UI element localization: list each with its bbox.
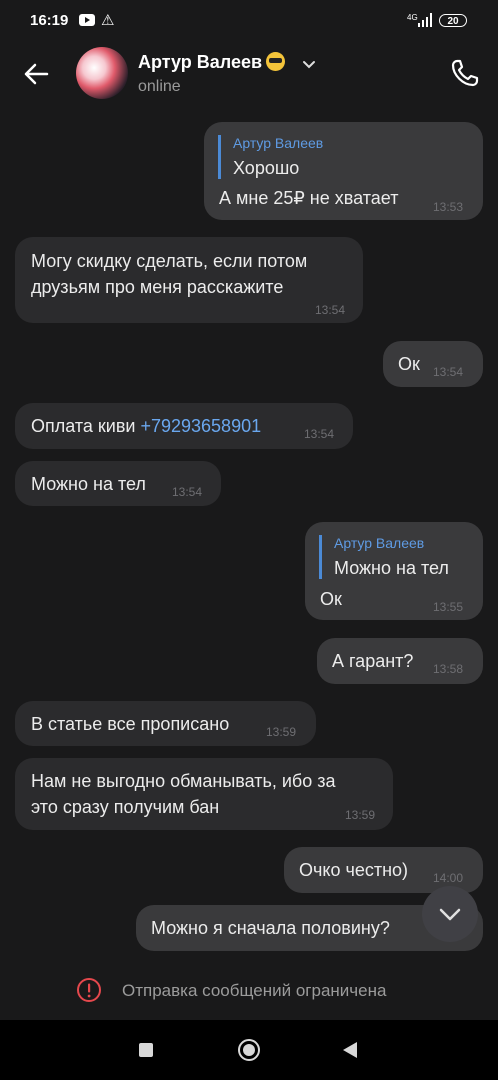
message-text: В статье все прописано — [31, 714, 230, 734]
message-time: 13:53 — [433, 200, 464, 214]
message-text: Ок — [398, 354, 420, 374]
back-triangle-icon[interactable] — [343, 1042, 357, 1058]
message-text-row: Оплата киви +79293658901 — [31, 416, 261, 437]
phone-link[interactable]: +79293658901 — [140, 416, 261, 436]
status-bar: 16:19 ⚠ 4G 20 — [0, 0, 498, 40]
message-text: А гарант? — [332, 651, 414, 671]
message-time: 13:54 — [433, 365, 464, 379]
reply-quote[interactable]: Артур Валеев Хорошо — [218, 135, 323, 179]
contact-status: online — [138, 78, 181, 95]
message-time: 14:00 — [433, 871, 464, 885]
restricted-notice-text: Отправка сообщений ограничена — [122, 981, 387, 1000]
message-outgoing[interactable]: Ок 13:54 — [383, 341, 483, 387]
reply-quote[interactable]: Артур Валеев Можно на тел — [319, 535, 449, 579]
battery-icon: 20 — [439, 14, 467, 27]
message-time: 13:59 — [345, 808, 376, 822]
youtube-notification-icon — [79, 14, 95, 26]
warning-notification-icon: ⚠ — [101, 12, 115, 29]
message-time: 13:54 — [315, 303, 346, 317]
message-text: Можно на тел — [31, 474, 146, 494]
message-incoming[interactable]: Можно на тел 13:54 — [15, 461, 221, 506]
status-time: 16:19 — [30, 12, 69, 29]
reply-author: Артур Валеев — [233, 135, 324, 151]
recents-square-icon[interactable] — [139, 1043, 153, 1057]
reply-author: Артур Валеев — [334, 535, 425, 551]
reply-text: Хорошо — [233, 158, 300, 178]
message-outgoing[interactable]: Артур Валеев Хорошо А мне 25₽ не хватает… — [204, 122, 483, 220]
alert-circle-icon — [77, 978, 101, 1002]
message-time: 13:54 — [304, 427, 335, 441]
reply-text: Можно на тел — [334, 558, 449, 578]
message-text: Оплата киви — [31, 416, 141, 436]
message-time: 13:58 — [433, 662, 464, 676]
signal-icon — [418, 13, 432, 27]
home-circle-icon[interactable] — [238, 1039, 260, 1061]
message-outgoing[interactable]: А гарант? 13:58 — [317, 638, 483, 684]
message-incoming[interactable]: Могу скидку сделать, если потом друзьям … — [15, 237, 363, 323]
message-text-line: друзьям про меня расскажите — [31, 277, 284, 297]
restricted-notice: Отправка сообщений ограничена — [0, 960, 498, 1020]
contact-name: Артур Валеев — [138, 52, 263, 72]
message-text: А мне 25₽ не хватает — [219, 188, 399, 208]
message-incoming[interactable]: В статье все прописано 13:59 — [15, 701, 316, 746]
back-arrow-icon[interactable] — [20, 58, 52, 90]
message-text-line: это сразу получим бан — [31, 797, 220, 817]
message-text: Очко честно) — [299, 860, 409, 880]
phone-call-icon[interactable] — [448, 56, 482, 90]
message-time: 13:59 — [266, 725, 297, 739]
system-nav-bar — [0, 1020, 498, 1080]
message-incoming[interactable]: Нам не выгодно обманывать, ибо за это ср… — [15, 758, 393, 830]
message-text: Можно я сначала половину? — [151, 918, 390, 938]
avatar[interactable] — [76, 47, 128, 99]
chat-header: Артур Валеев online — [0, 40, 498, 110]
sunglasses-emoji-icon — [266, 52, 286, 71]
message-time: 13:54 — [172, 485, 203, 499]
message-text-line: Могу скидку сделать, если потом — [31, 251, 308, 271]
chevron-down-icon[interactable] — [302, 58, 316, 72]
chevron-down-icon — [439, 908, 461, 921]
scroll-down-button[interactable] — [422, 886, 478, 942]
message-outgoing[interactable]: Артур Валеев Можно на тел Ок 13:55 — [305, 522, 483, 620]
network-type: 4G — [407, 13, 418, 22]
message-text-line: Нам не выгодно обманывать, ибо за — [31, 771, 336, 791]
message-text: Ок — [320, 589, 342, 609]
contact-name-row[interactable]: Артур Валеев — [138, 52, 286, 73]
message-incoming[interactable]: Оплата киви +79293658901 13:54 — [15, 403, 353, 449]
message-time: 13:55 — [433, 600, 464, 614]
